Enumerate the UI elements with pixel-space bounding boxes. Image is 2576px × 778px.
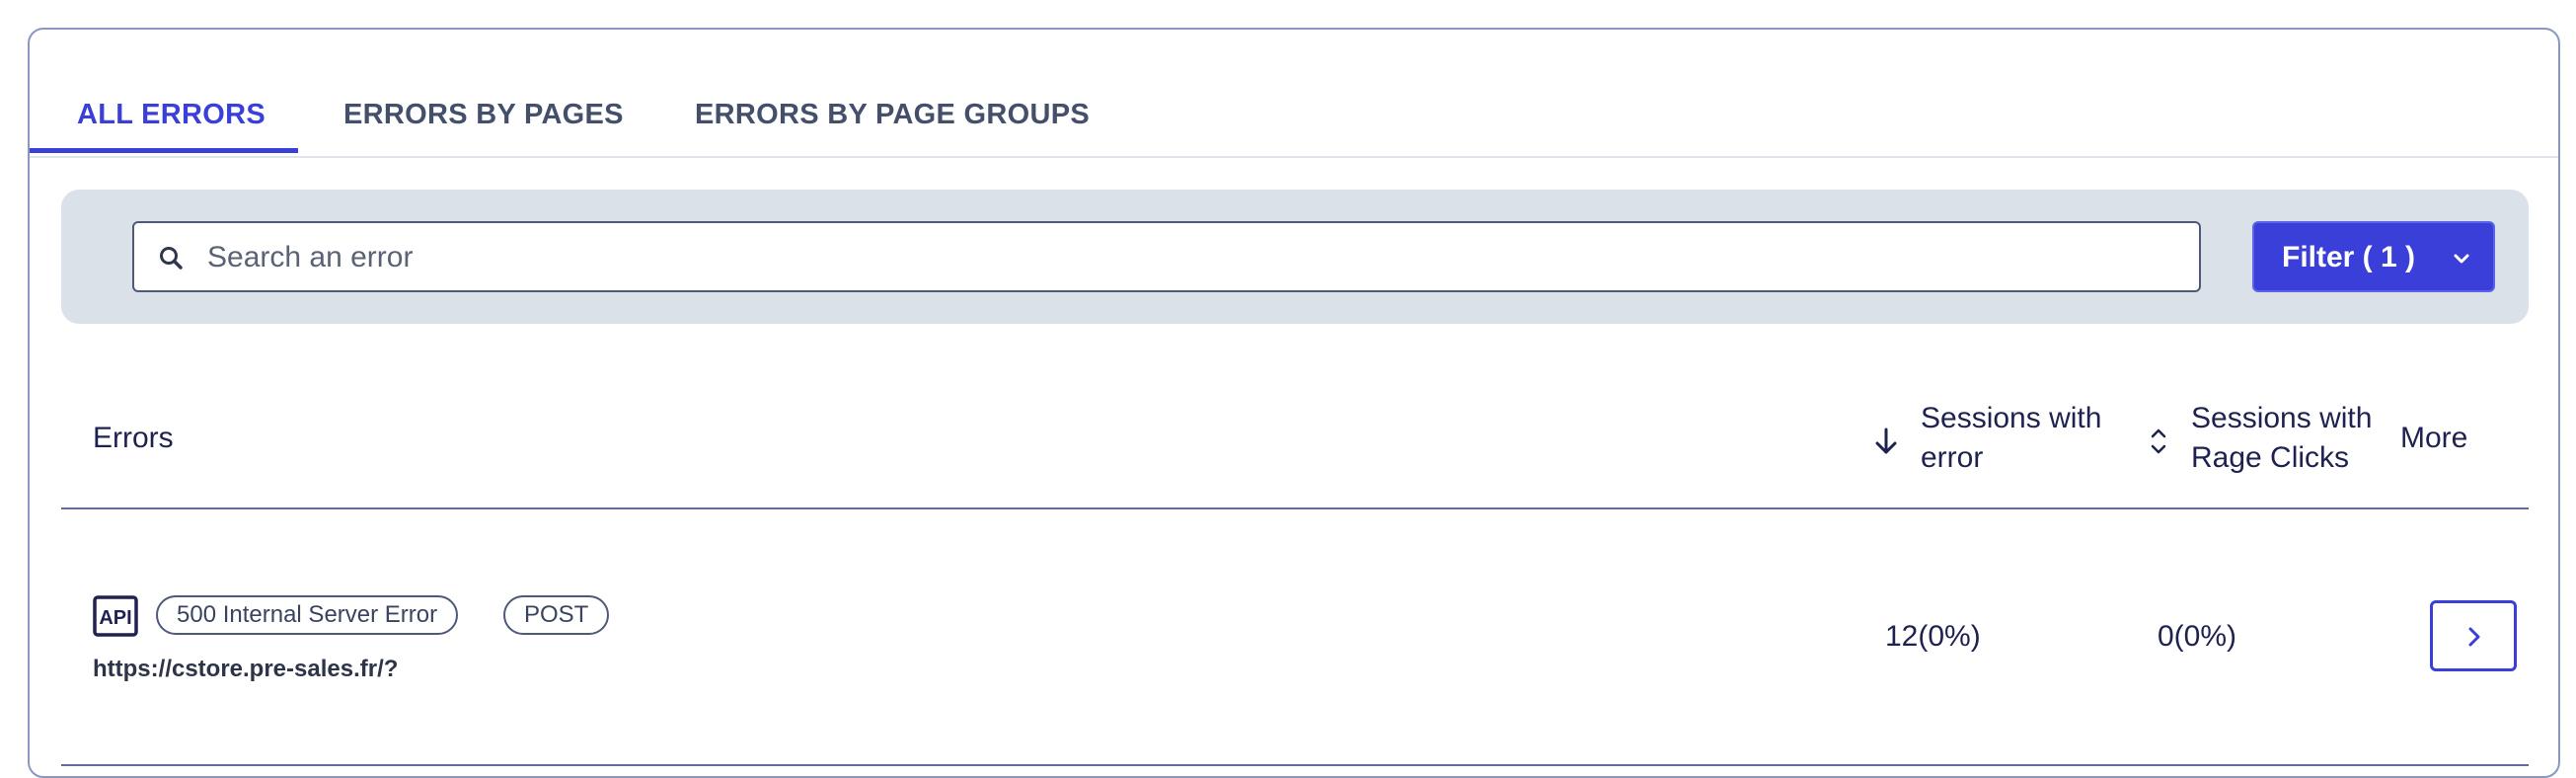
search-input[interactable]	[205, 235, 2173, 280]
column-header-sessions-with-error[interactable]: Sessions with error	[1921, 399, 2118, 478]
search-box[interactable]	[132, 221, 2201, 292]
search-icon	[160, 247, 183, 270]
tab-bar: ALL ERRORS ERRORS BY PAGES ERRORS BY PAG…	[30, 30, 2558, 158]
sort-icon[interactable]	[2144, 425, 2173, 458]
column-header-more: More	[2400, 422, 2468, 454]
error-url: https://cstore.pre-sales.fr/?	[93, 656, 399, 682]
table-row: API 500 Internal Server Error POST https…	[61, 509, 2529, 766]
arrow-down-icon[interactable]	[1871, 425, 1901, 458]
method-badge: POST	[503, 595, 610, 635]
filter-button[interactable]: Filter ( 1 )	[2252, 221, 2495, 292]
svg-text:API: API	[99, 607, 131, 629]
tab-errors-by-page-groups[interactable]: ERRORS BY PAGE GROUPS	[695, 99, 1090, 131]
api-icon: API	[93, 595, 138, 637]
tab-all-errors[interactable]: ALL ERRORS	[77, 99, 265, 131]
errors-panel: ALL ERRORS ERRORS BY PAGES ERRORS BY PAG…	[28, 28, 2560, 778]
active-tab-indicator	[30, 148, 298, 153]
chevron-right-icon	[2468, 627, 2480, 647]
column-header-sessions-with-rage-clicks[interactable]: Sessions with Rage Clicks	[2191, 399, 2388, 478]
filter-label: Filter ( 1 )	[2282, 241, 2416, 273]
status-badge: 500 Internal Server Error	[156, 595, 459, 635]
column-header-errors: Errors	[93, 422, 174, 454]
sessions-with-rage-clicks-value: 0(0%)	[2158, 620, 2237, 653]
table-header: Errors Sessions with error Sessions with…	[61, 375, 2529, 509]
chevron-down-icon	[2454, 254, 2469, 264]
more-details-button[interactable]	[2430, 600, 2517, 671]
search-toolbar: Filter ( 1 )	[61, 190, 2529, 324]
sessions-with-error-value: 12(0%)	[1885, 620, 1981, 653]
tab-errors-by-pages[interactable]: ERRORS BY PAGES	[343, 99, 624, 131]
